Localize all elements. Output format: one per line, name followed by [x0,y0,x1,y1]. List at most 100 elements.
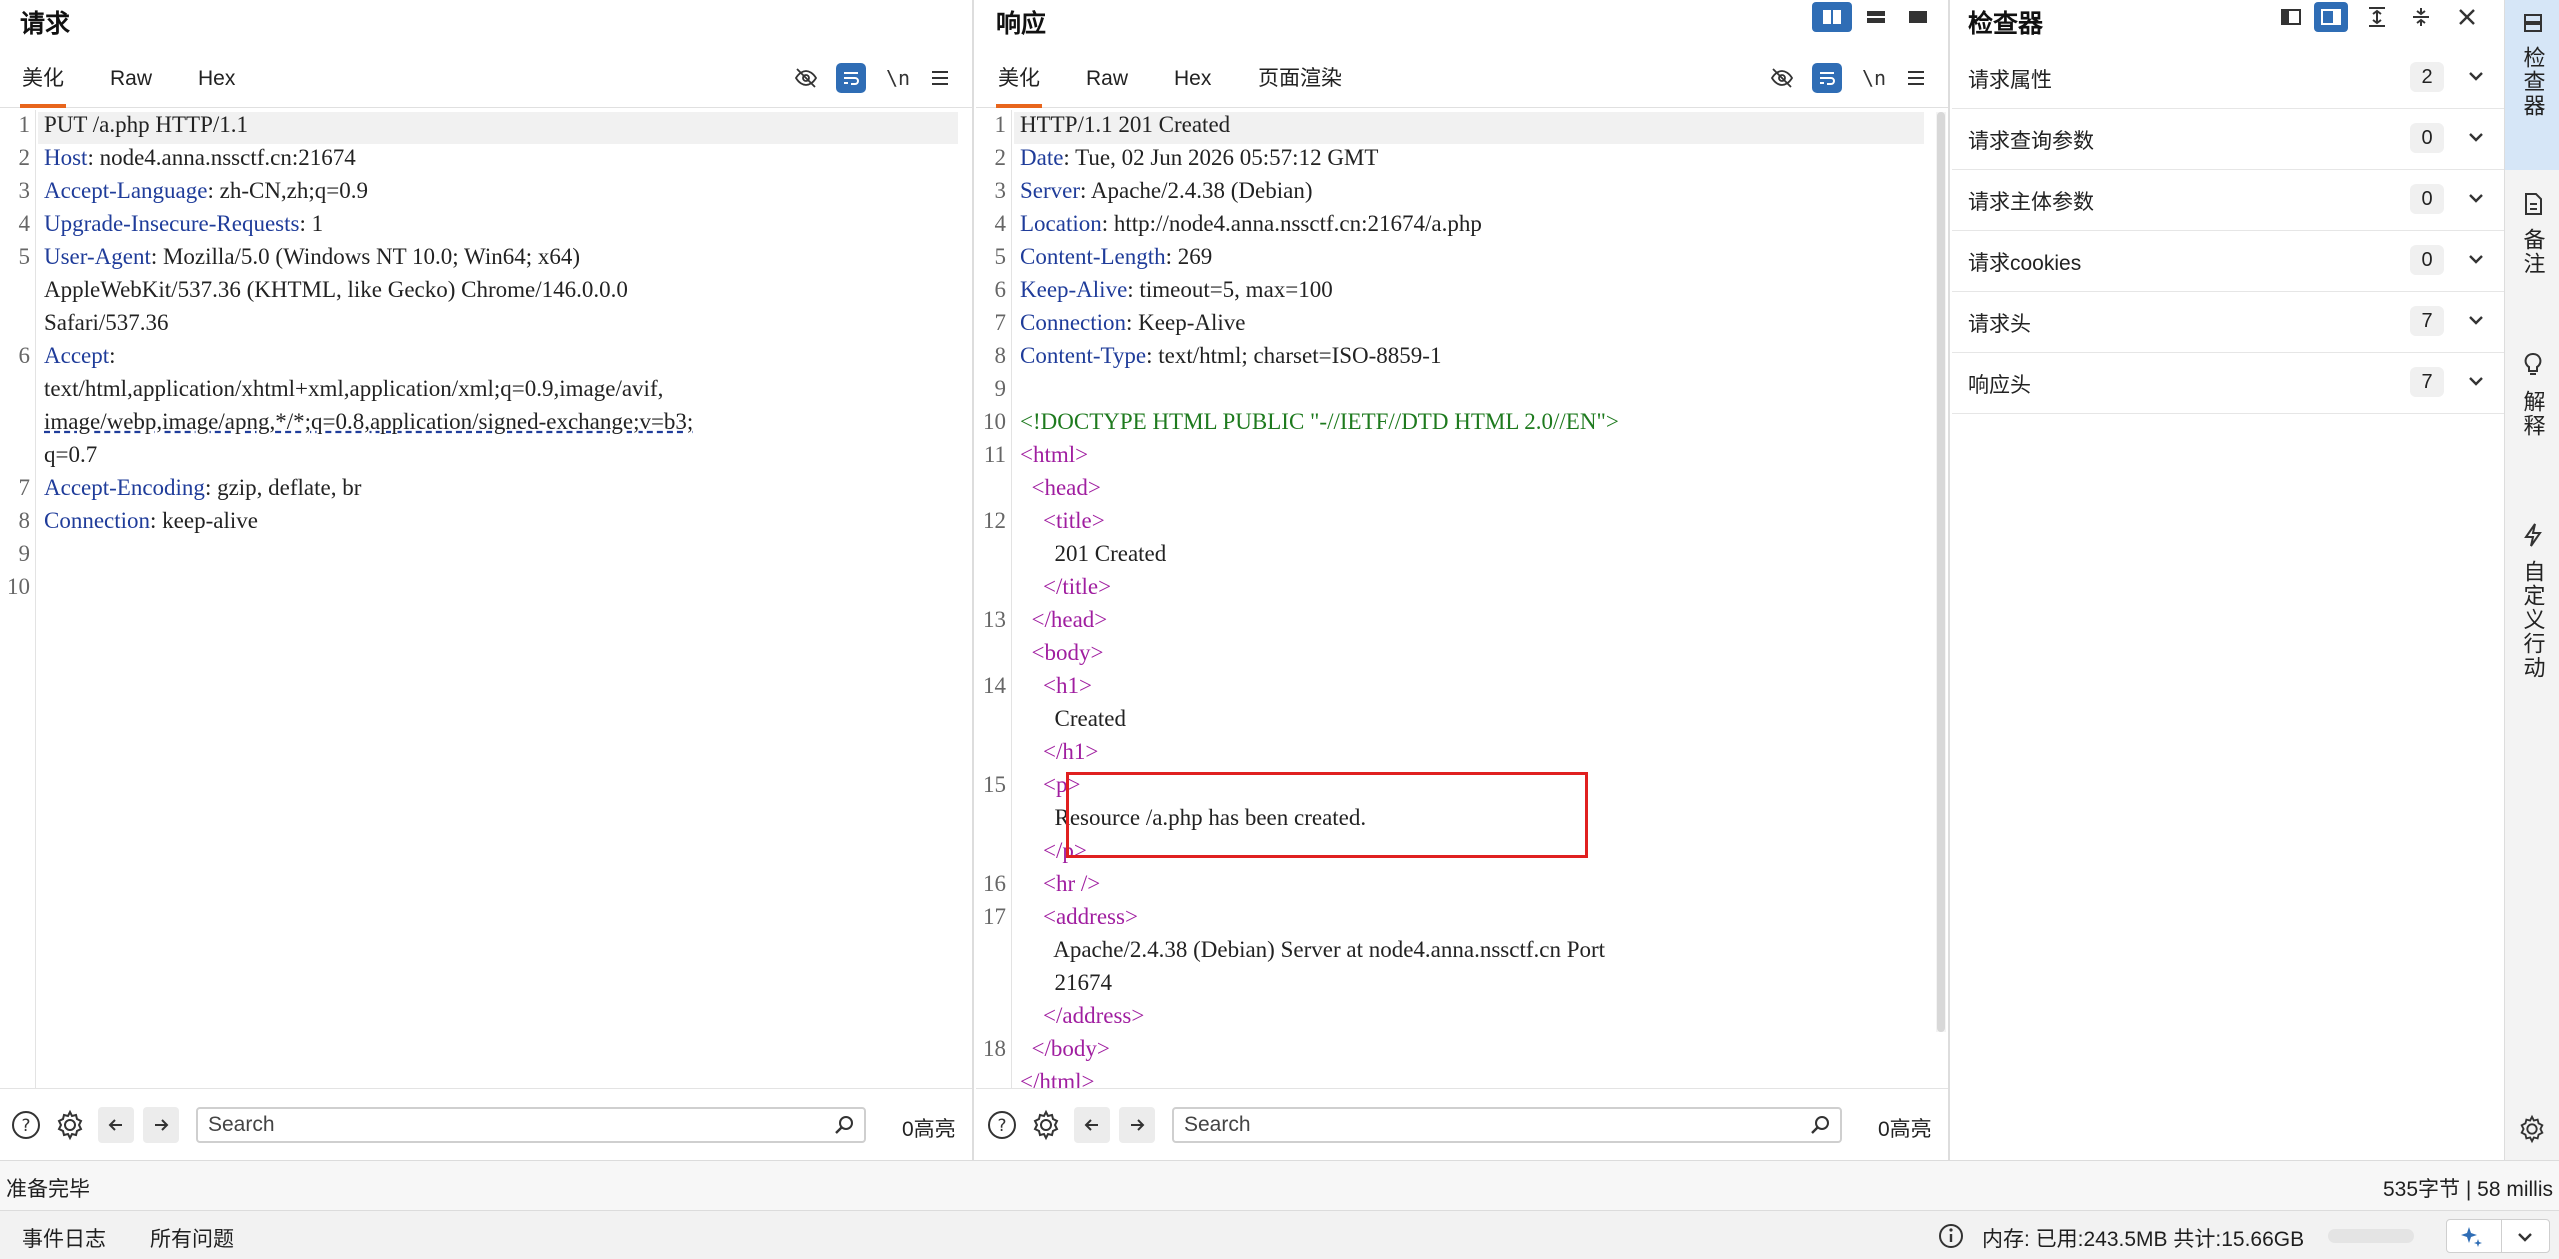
inspector-row-request-headers[interactable]: 请求头 7 [1952,292,2504,353]
code-text: : Mozilla/5.0 (Windows NT 10.0; Win64; x… [150,244,581,269]
inspector-layout-right-icon[interactable] [2314,2,2348,32]
code-text: PUT /a.php HTTP/1.1 [44,112,249,137]
hide-nonprint-icon[interactable] [790,62,822,94]
request-tab-pretty[interactable]: 美化 [20,62,66,108]
next-match-arrow-icon[interactable] [143,1107,179,1143]
scrollbar-track[interactable] [1936,112,1946,1032]
code-line: </h1> [1020,739,1098,765]
response-search-bar: ? 0高亮 [976,1088,1948,1160]
code-line: </title> [1020,574,1111,600]
side-settings-gear-icon[interactable] [2517,1114,2549,1146]
response-tab-pretty[interactable]: 美化 [996,62,1042,108]
scrollbar-thumb[interactable] [1937,112,1945,1032]
request-editor[interactable]: 1 PUT /a.php HTTP/1.1 2 Host: node4.anna.ns… [0,110,972,1088]
code-line: Location: http://node4.anna.nssctf.cn:21… [1020,211,1482,237]
newline-toggle[interactable]: \n [882,62,914,94]
line-number: 4 [18,211,31,236]
prev-match-arrow-icon[interactable] [1074,1107,1110,1143]
search-icon[interactable] [832,1113,856,1143]
word-wrap-icon[interactable] [1812,63,1842,93]
code-text: : 1 [299,211,324,236]
request-tab-hex[interactable]: Hex [196,62,237,108]
inspector-row-body-params[interactable]: 请求主体参数 0 [1952,170,2504,231]
help-icon[interactable]: ? [8,1107,44,1143]
request-search-input[interactable] [198,1109,864,1141]
code-line: </html> [1020,1069,1095,1088]
html-tag: </address> [1020,1003,1145,1028]
menu-icon[interactable] [924,62,956,94]
svg-text:?: ? [997,1116,1006,1136]
request-panel: 请求 美化 Raw Hex \n 1 PUT /a.php HTTP/1.1 2 Ho… [0,0,974,1160]
status-text: 准备完毕 [6,1178,90,1201]
code-line: <hr /> [1020,871,1100,897]
line-number: 12 [983,508,1006,533]
code-line: <html> [1020,442,1088,468]
row-label: 请求cookies [1968,252,2082,275]
header-name: Accept-Encoding [44,475,205,500]
code-text: 201 Created [1020,541,1167,566]
layout-side-by-side-icon[interactable] [1812,2,1852,32]
request-tab-raw[interactable]: Raw [108,62,154,108]
newline-toggle[interactable]: \n [1858,62,1890,94]
code-text: Apache/2.4.38 (Debian) Server at node4.a… [1020,937,1606,962]
chevron-down-icon [2515,1227,2535,1253]
help-icon[interactable]: ? [984,1107,1020,1143]
inspector-row-response-headers[interactable]: 响应头 7 [1952,353,2504,414]
collapse-all-icon[interactable] [2404,2,2438,32]
code-text: : Keep-Alive [1126,310,1246,335]
line-number: 10 [7,574,30,599]
line-number: 14 [983,673,1006,698]
settings-gear-icon[interactable] [52,1107,88,1143]
expand-all-icon[interactable] [2360,2,2394,32]
event-log-tab[interactable]: 事件日志 [22,1223,106,1253]
code-line: <title> [1020,508,1105,534]
menu-icon[interactable] [1900,62,1932,94]
inspector-row-cookies[interactable]: 请求cookies 0 [1952,231,2504,292]
layout-tabs-icon[interactable] [1898,2,1938,32]
row-label: 请求属性 [1968,69,2052,92]
info-icon[interactable] [1938,1223,1964,1255]
code-line: User-Agent: Mozilla/5.0 (Windows NT 10.0… [44,244,580,270]
header-name: Content-Length [1020,244,1166,269]
next-match-arrow-icon[interactable] [1119,1107,1155,1143]
all-issues-tab[interactable]: 所有问题 [150,1223,234,1253]
side-tab-notes[interactable]: 备注 [2505,180,2559,310]
side-tab-inspector[interactable]: 检查器 [2505,0,2559,170]
line-number: 9 [18,541,31,566]
code-text: : timeout=5, max=100 [1127,277,1333,302]
side-tab-label: 解释 [2520,390,2546,438]
search-icon[interactable] [1808,1113,1832,1143]
line-number: 7 [18,475,31,500]
inspector-row-request-attributes[interactable]: 请求属性 2 [1952,48,2504,109]
inspector-layout-left-icon[interactable] [2274,2,2308,32]
code-line: Date: Tue, 02 Jun 2026 05:57:12 GMT [1020,145,1378,171]
line-number: 4 [994,211,1007,236]
hide-nonprint-icon[interactable] [1766,62,1798,94]
code-line: text/html,application/xhtml+xml,applicat… [44,376,663,402]
response-tab-hex[interactable]: Hex [1172,62,1213,108]
settings-gear-icon[interactable] [1028,1107,1064,1143]
response-search-input[interactable] [1174,1109,1840,1141]
prev-match-arrow-icon[interactable] [98,1107,134,1143]
response-size-timing: 535字节 | 58 millis [2382,1178,2553,1201]
line-number: 15 [983,772,1006,797]
response-tab-render[interactable]: 页面渲染 [1256,62,1344,108]
word-wrap-icon[interactable] [836,63,866,93]
code-line: image/webp,image/apng,*/*;q=0.8,applicat… [44,409,693,435]
layout-stacked-icon[interactable] [1856,2,1896,32]
code-line: Host: node4.anna.nssctf.cn:21674 [44,145,356,171]
code-text: image/webp,image/apng,*/*;q=0.8,applicat… [44,409,694,434]
notes-icon [2524,193,2542,215]
chevron-down-icon [2466,188,2486,214]
side-tab-explain[interactable]: 解释 [2505,340,2559,470]
side-tab-custom-actions[interactable]: 自定义行动 [2505,510,2559,710]
code-line: Content-Length: 269 [1020,244,1212,270]
ai-assist-button[interactable] [2446,1219,2550,1253]
line-number: 1 [994,112,1007,137]
header-name: Keep-Alive [1020,277,1128,302]
divider [2501,1219,2502,1253]
response-editor[interactable]: 1 HTTP/1.1 201 Created 2 Date: Tue, 02 Jun … [976,110,1948,1088]
response-tab-raw[interactable]: Raw [1084,62,1130,108]
close-icon[interactable] [2450,2,2484,32]
inspector-row-query-params[interactable]: 请求查询参数 0 [1952,109,2504,170]
